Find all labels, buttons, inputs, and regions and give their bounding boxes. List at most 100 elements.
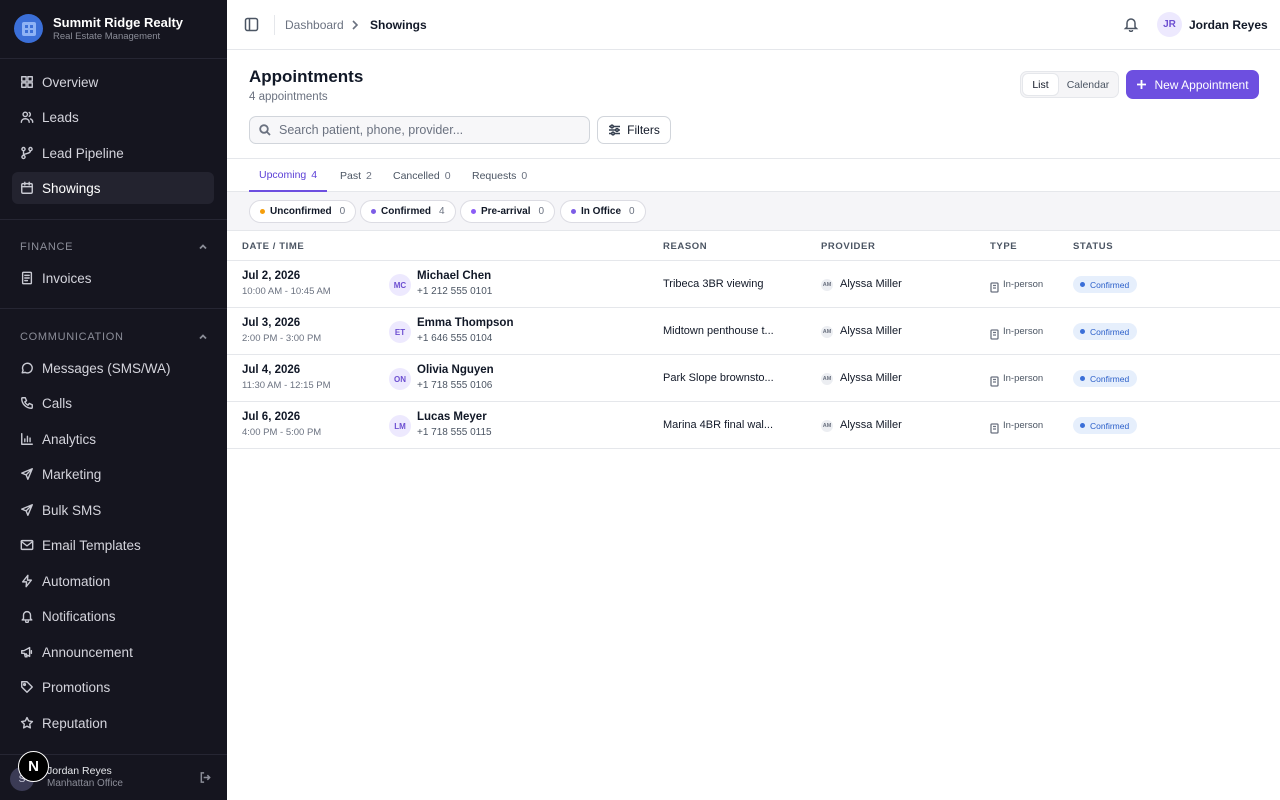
communication-section-header[interactable]: COMMUNICATION xyxy=(20,331,208,343)
list-view-button[interactable]: List xyxy=(1023,74,1058,95)
status-dot xyxy=(1080,376,1085,381)
column-header-status[interactable]: STATUS xyxy=(1073,241,1113,252)
table-row[interactable]: Jul 4, 2026 11:30 AM - 12:15 PM ON Olivi… xyxy=(227,355,1280,402)
sidebar-item-bulk-sms[interactable]: Bulk SMS xyxy=(12,494,214,526)
search-icon xyxy=(259,124,271,136)
sidebar-item-marketing[interactable]: Marketing xyxy=(12,458,214,490)
tab-label: Past xyxy=(340,169,362,182)
table-row[interactable]: Jul 6, 2026 4:00 PM - 5:00 PM LM Lucas M… xyxy=(227,402,1280,449)
mail-icon xyxy=(20,539,34,551)
client-name[interactable]: Emma Thompson xyxy=(417,317,513,329)
appointment-time: 10:00 AM - 10:45 AM xyxy=(242,286,331,297)
sidebar-item-label: Invoices xyxy=(42,270,92,286)
topbar: Dashboard Showings JR Jordan Reyes xyxy=(227,0,1280,50)
filters-button[interactable]: Filters xyxy=(597,116,671,144)
client-phone: +1 718 555 0115 xyxy=(417,427,492,438)
calendar-view-button[interactable]: Calendar xyxy=(1060,74,1116,95)
status-filter-bar: Unconfirmed 0 Confirmed 4 Pre-arrival 0 … xyxy=(227,192,1280,231)
tab-requests[interactable]: Requests 0 xyxy=(472,159,527,192)
sidebar-item-label: Announcement xyxy=(42,644,133,660)
sidebar-item-overview[interactable]: Overview xyxy=(12,66,214,98)
n-badge[interactable]: N xyxy=(18,751,49,782)
sidebar-item-label: Messages (SMS/WA) xyxy=(42,360,171,376)
calendar-icon xyxy=(21,181,33,194)
tab-label: Requests xyxy=(472,169,517,182)
client-name[interactable]: Michael Chen xyxy=(417,270,491,282)
tab-past[interactable]: Past 2 xyxy=(340,159,372,192)
table-row[interactable]: Jul 3, 2026 2:00 PM - 3:00 PM ET Emma Th… xyxy=(227,308,1280,355)
sidebar-item-label: Automation xyxy=(42,573,111,589)
chip-in-office[interactable]: In Office 0 xyxy=(560,200,646,223)
status-label: Confirmed xyxy=(1090,279,1130,290)
provider-name: Alyssa Miller xyxy=(840,419,902,431)
chip-count: 0 xyxy=(339,206,346,217)
chip-unconfirmed[interactable]: Unconfirmed 0 xyxy=(249,200,357,223)
search-box xyxy=(249,116,590,144)
sidebar-item-reputation[interactable]: Reputation xyxy=(12,707,214,739)
sidebar-item-automation[interactable]: Automation xyxy=(12,565,214,597)
tab-cancelled[interactable]: Cancelled 0 xyxy=(393,159,451,192)
sidebar-toggle-icon[interactable] xyxy=(244,17,259,32)
logout-icon[interactable] xyxy=(199,771,212,784)
provider-name: Alyssa Miller xyxy=(840,325,902,337)
column-header-reason[interactable]: REASON xyxy=(663,241,707,252)
sidebar-item-leads[interactable]: Leads xyxy=(12,101,214,133)
status-label: Confirmed xyxy=(1090,420,1130,431)
building-icon xyxy=(990,327,999,340)
tab-label: Upcoming xyxy=(259,168,307,181)
sidebar-item-label: Showings xyxy=(42,180,101,196)
finance-section-header[interactable]: FINANCE xyxy=(20,241,208,253)
sidebar-item-announcement[interactable]: Announcement xyxy=(12,636,214,668)
plus-icon xyxy=(1137,80,1147,89)
sidebar-item-lead-pipeline[interactable]: Lead Pipeline xyxy=(12,137,214,169)
sidebar-item-messages[interactable]: Messages (SMS/WA) xyxy=(12,352,214,384)
chip-pre-arrival[interactable]: Pre-arrival 0 xyxy=(460,200,556,223)
filters-label: Filters xyxy=(627,123,660,137)
appointment-reason: Midtown penthouse t... xyxy=(663,325,774,337)
client-name[interactable]: Lucas Meyer xyxy=(417,411,487,423)
breadcrumb-dashboard[interactable]: Dashboard xyxy=(285,18,344,32)
search-input[interactable] xyxy=(279,123,579,137)
view-toggle: List Calendar xyxy=(1020,71,1119,98)
send-icon xyxy=(21,504,33,516)
chip-count: 0 xyxy=(538,206,545,217)
client-name[interactable]: Olivia Nguyen xyxy=(417,364,494,376)
sidebar-item-invoices[interactable]: Invoices xyxy=(12,262,214,294)
column-header-provider[interactable]: PROVIDER xyxy=(821,241,875,252)
appointment-type: In-person xyxy=(1003,279,1044,290)
sidebar-item-email-templates[interactable]: Email Templates xyxy=(12,529,214,561)
avatar[interactable]: JR xyxy=(1157,12,1182,37)
sidebar-item-showings[interactable]: Showings xyxy=(12,172,214,204)
chip-count: 0 xyxy=(629,206,635,217)
column-header-date-time[interactable]: DATE / TIME xyxy=(242,241,304,252)
appointment-time: 2:00 PM - 3:00 PM xyxy=(242,333,322,344)
pipeline-icon xyxy=(21,146,33,160)
phone-icon xyxy=(21,397,33,409)
chart-icon xyxy=(21,433,33,445)
sidebar-item-analytics[interactable]: Analytics xyxy=(12,423,214,455)
sidebar-item-label: Marketing xyxy=(42,466,102,482)
new-appointment-label: New Appointment xyxy=(1154,77,1249,92)
chip-label: Confirmed xyxy=(381,206,431,217)
section-title: COMMUNICATION xyxy=(20,331,124,343)
brand[interactable]: Summit Ridge Realty Real Estate Manageme… xyxy=(14,14,183,43)
avatar: ET xyxy=(389,321,411,343)
sidebar-item-notifications[interactable]: Notifications xyxy=(12,600,214,632)
tab-count: 0 xyxy=(521,169,528,182)
tab-upcoming[interactable]: Upcoming 4 xyxy=(249,159,328,192)
column-header-type[interactable]: TYPE xyxy=(990,241,1017,252)
bell-icon[interactable] xyxy=(1123,16,1139,33)
status-badge: Confirmed xyxy=(1073,370,1138,387)
appointment-type: In-person xyxy=(1003,326,1044,337)
status-dot xyxy=(471,209,476,214)
new-appointment-button[interactable]: New Appointment xyxy=(1126,70,1259,99)
appointment-date: Jul 2, 2026 xyxy=(242,270,301,282)
user-name[interactable]: Jordan Reyes xyxy=(1189,18,1268,32)
table-row[interactable]: Jul 2, 2026 10:00 AM - 10:45 AM MC Micha… xyxy=(227,261,1280,308)
sidebar-item-calls[interactable]: Calls xyxy=(12,387,214,419)
sidebar: Summit Ridge Realty Real Estate Manageme… xyxy=(0,0,227,800)
chevron-up-icon xyxy=(199,334,207,340)
chip-confirmed[interactable]: Confirmed 4 xyxy=(360,200,456,223)
sidebar-item-promotions[interactable]: Promotions xyxy=(12,671,214,703)
page-title: Appointments xyxy=(249,67,364,86)
